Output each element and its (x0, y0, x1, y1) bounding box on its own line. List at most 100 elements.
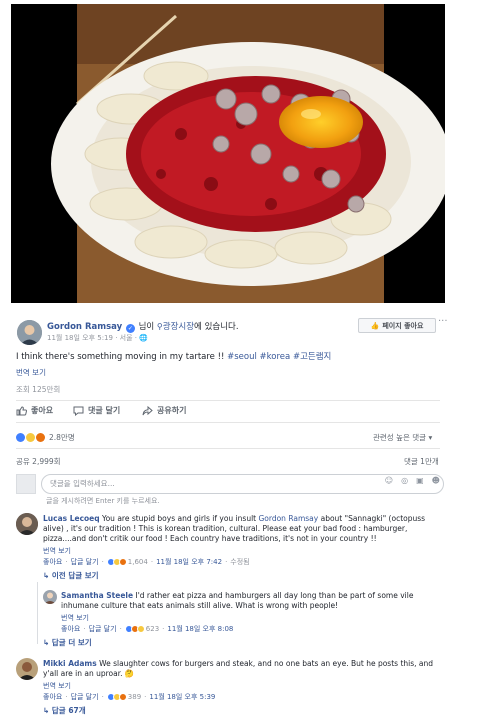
comment-input[interactable]: 댓글을 입력하세요... (41, 474, 444, 494)
comment-reactions[interactable] (106, 558, 127, 566)
more-replies-link[interactable]: ↳ 답글 더 보기 (43, 637, 92, 648)
more-replies-label: 답글 더 보기 (51, 638, 92, 647)
share-label: 공유하기 (157, 406, 187, 415)
comment-translate: 번역 보기 (61, 613, 89, 623)
comment-actions: 좋아요 · 답글 달기 · 389 · 11월 18일 오후 5:39 (43, 692, 216, 702)
reaction-count: 2.8만명 (49, 433, 75, 442)
location-link[interactable]: 광장시장 (163, 322, 194, 332)
author-photo-icon (17, 320, 42, 345)
share-button[interactable]: 공유하기 (142, 405, 186, 416)
see-translation-link[interactable]: 번역 보기 (16, 367, 46, 378)
like-page-button[interactable]: 👍 페이지 좋아요 (358, 318, 436, 333)
post-header-line: Gordon Ramsay ✓ 님이 ⚲광장시장에 있습니다. (47, 320, 239, 333)
angry-reaction-icon (118, 693, 127, 701)
comment-body: Samantha Steele I'd rather eat pizza and… (61, 591, 439, 611)
post-timestamp[interactable]: 11월 18일 오후 5:19 · 서울 · (47, 334, 137, 342)
comment-actions: 좋아요 · 답글 달기 · 1,604 · 11월 18일 오후 7:42 · 수정됨 (43, 557, 250, 567)
comment-mention[interactable]: Gordon Ramsay (258, 514, 318, 523)
current-user-avatar (16, 474, 36, 494)
like-button[interactable]: 좋아요 (16, 405, 53, 416)
comment-text: We slaughter cows for burgers and steak,… (43, 659, 434, 678)
comment-bubble-icon (73, 406, 84, 416)
post-video[interactable] (11, 4, 445, 303)
share-arrow-icon (142, 405, 153, 415)
thread-line (37, 582, 38, 644)
like-label: 좋아요 (31, 406, 54, 415)
caption-hashtags[interactable]: #seoul #korea #고든램지 (227, 352, 331, 362)
share-count[interactable]: 공유 2,999회 (16, 456, 61, 467)
gif-icon[interactable]: ▣ (416, 476, 424, 485)
comment-like-link[interactable]: 좋아요 (43, 557, 62, 567)
commenter-photo-icon (16, 658, 38, 680)
sticker-icon[interactable]: ☻ (432, 476, 440, 485)
comment-translate: 번역 보기 (43, 681, 71, 691)
view-previous-replies-label: 이전 답글 보기 (51, 571, 99, 580)
comment-reply-link[interactable]: 답글 달기 (89, 624, 117, 634)
post-caption: I think there's something moving in my t… (16, 350, 331, 362)
comment-label: 댓글 달기 (88, 406, 121, 415)
comment-edited: 수정됨 (230, 558, 250, 566)
like-reaction-icon (16, 433, 25, 442)
comment-like-link[interactable]: 좋아요 (61, 624, 80, 634)
comment-timestamp[interactable]: 11월 18일 오후 8:08 (167, 624, 233, 634)
reply-arrow-icon: ↳ (43, 638, 52, 647)
author-name[interactable]: Gordon Ramsay (47, 322, 122, 332)
comment-reactions[interactable] (106, 693, 127, 701)
privacy-globe-icon: 🌐 (139, 334, 148, 342)
comment-reaction-count: 1,604 (127, 558, 148, 566)
author-avatar[interactable] (17, 320, 42, 345)
comment-author[interactable]: Lucas Lecoeq (43, 514, 100, 523)
verified-badge-icon: ✓ (125, 324, 135, 333)
comment-reaction-count: 389 (127, 693, 142, 701)
thumbs-up-icon (16, 405, 27, 415)
comment-actions: 좋아요 · 답글 달기 · 623 · 11월 18일 오후 8:08 (61, 624, 234, 634)
view-previous-replies[interactable]: ↳ 이전 답글 보기 (43, 570, 99, 581)
commenter-avatar[interactable] (16, 658, 38, 680)
comment-like-link[interactable]: 좋아요 (43, 692, 62, 702)
view-replies-label: 답글 67개 (51, 706, 86, 715)
angry-reaction-icon (36, 433, 45, 442)
comment-reactions[interactable] (124, 625, 145, 633)
video-frame-tartare (11, 4, 445, 303)
reaction-summary[interactable]: 2.8만명 (16, 432, 75, 443)
post-options-button[interactable]: ··· (438, 316, 448, 327)
comment-button[interactable]: 댓글 달기 (73, 405, 120, 416)
see-translation-link[interactable]: 번역 보기 (61, 613, 89, 623)
comment-timestamp[interactable]: 11월 18일 오후 5:39 (149, 692, 215, 702)
comment-reply-link[interactable]: 답글 달기 (71, 557, 99, 567)
haha-reaction-icon (26, 433, 35, 442)
comment-body: Lucas Lecoeq You are stupid boys and gir… (43, 514, 439, 544)
composer-icons: ☺ ◎ ▣ ☻ (385, 476, 440, 485)
comment-timestamp[interactable]: 11월 18일 오후 7:42 (156, 557, 222, 567)
angry-reaction-icon (118, 558, 127, 566)
camera-icon[interactable]: ◎ (401, 476, 408, 485)
commenter-avatar[interactable] (43, 590, 57, 604)
comment-reply-link[interactable]: 답글 달기 (71, 692, 99, 702)
enter-hint: 글을 게시하려면 Enter 키를 누르세요. (46, 497, 160, 505)
comment-author[interactable]: Samantha Steele (61, 591, 133, 600)
divider (16, 422, 440, 423)
thumbs-up-icon: 👍 (370, 321, 380, 330)
see-translation-link[interactable]: 번역 보기 (43, 546, 71, 556)
comment-count[interactable]: 댓글 1만개 (404, 456, 439, 467)
emoji-icon[interactable]: ☺ (385, 476, 393, 485)
commenter-avatar[interactable] (16, 513, 38, 535)
comment-ranking-dropdown[interactable]: 관련성 높은 댓글 ▾ (373, 432, 432, 443)
commenter-photo-icon (43, 590, 57, 604)
reply-arrow-icon: ↳ (43, 706, 52, 715)
comment-reaction-count: 623 (145, 625, 160, 633)
divider (16, 400, 440, 401)
caption-text: I think there's something moving in my t… (16, 352, 228, 362)
reply-arrow-icon: ↳ (43, 571, 52, 580)
comment-author[interactable]: Mikki Adams (43, 659, 97, 668)
location-suffix: 에 있습니다. (194, 322, 239, 332)
like-page-label: 페이지 좋아요 (382, 321, 424, 330)
view-replies-link[interactable]: ↳ 답글 67개 (43, 705, 86, 716)
view-count: 조회 125만회 (16, 385, 61, 394)
comment-body: Mikki Adams We slaughter cows for burger… (43, 659, 439, 679)
see-translation-link[interactable]: 번역 보기 (43, 681, 71, 691)
author-suffix: 님이 (138, 322, 155, 332)
divider (16, 448, 440, 449)
comment-text: You are stupid boys and girls if you ins… (99, 514, 259, 523)
comment-translate: 번역 보기 (43, 546, 71, 556)
